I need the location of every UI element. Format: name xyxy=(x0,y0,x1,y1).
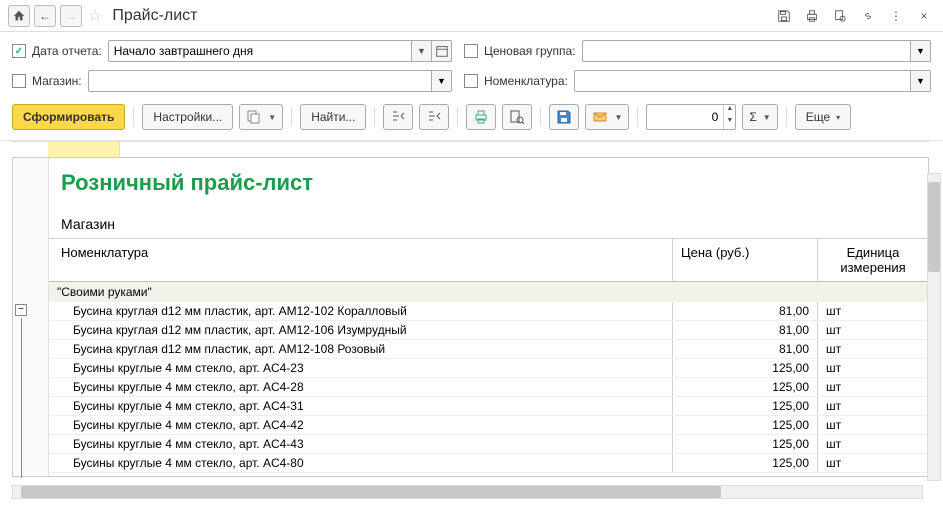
page-title: Прайс-лист xyxy=(112,7,773,25)
cell-name: Бусины круглые 4 мм стекло, арт. AC4-80 xyxy=(49,454,673,472)
cell-price: 125,00 xyxy=(673,359,818,377)
cell-price: 81,00 xyxy=(673,340,818,358)
cell-name: Бусина круглая d12 мм пластик, арт. AM12… xyxy=(49,321,673,339)
home-button[interactable] xyxy=(8,5,30,27)
report-date-input[interactable] xyxy=(108,40,412,62)
cell-name: Бусины круглые 4 мм стекло, арт. AC4-31 xyxy=(49,397,673,415)
preview-button[interactable] xyxy=(502,104,532,130)
col-unit-header: Единица измерения xyxy=(818,239,928,281)
cell-price: 125,00 xyxy=(673,435,818,453)
cell-name: Бусины круглые 4 мм стекло, арт. AC4-28 xyxy=(49,378,673,396)
save-icon[interactable] xyxy=(773,5,795,27)
group-row[interactable]: "Своими руками" xyxy=(49,282,928,302)
sum-input[interactable]: 0 ▲▼ xyxy=(646,104,736,130)
sigma-button[interactable]: Σ▼ xyxy=(742,104,777,130)
store-dropdown[interactable]: ▼ xyxy=(431,71,451,91)
forward-button[interactable]: → xyxy=(60,5,82,27)
cell-name: Бусины круглые 4 мм стекло, арт. AC4-42 xyxy=(49,416,673,434)
cell-price: 125,00 xyxy=(673,454,818,472)
cell-unit: шт xyxy=(818,397,928,415)
nomenclature-dropdown[interactable]: ▼ xyxy=(910,71,930,91)
table-row[interactable]: Бусины круглые 4 мм стекло, арт. AC4-421… xyxy=(49,416,928,435)
cell-unit: шт xyxy=(818,378,928,396)
more-button[interactable]: Еще▾ xyxy=(795,104,851,130)
price-group-checkbox[interactable] xyxy=(464,44,478,58)
table-row[interactable]: Бусины круглые 4 мм стекло, арт. AC4-231… xyxy=(49,359,928,378)
expand-button[interactable] xyxy=(383,104,413,130)
cell-unit: шт xyxy=(818,454,928,472)
print-icon[interactable] xyxy=(801,5,823,27)
collapse-button[interactable] xyxy=(419,104,449,130)
cell-price: 81,00 xyxy=(673,321,818,339)
store-checkbox[interactable] xyxy=(12,74,26,88)
tree-line xyxy=(21,318,22,478)
store-section: Магазин xyxy=(49,210,928,239)
cell-unit: шт xyxy=(818,321,928,339)
report-title: Розничный прайс-лист xyxy=(49,158,928,210)
cell-price: 125,00 xyxy=(673,378,818,396)
cell-price: 81,00 xyxy=(673,302,818,320)
ruler xyxy=(12,141,929,157)
cell-name: Бусина круглая d12 мм пластик, арт. AM12… xyxy=(49,302,673,320)
toolbar: Сформировать Настройки... ▼ Найти... ▼ 0… xyxy=(0,100,943,141)
table-row[interactable]: Бусины круглые 4 мм стекло, арт. AC4-281… xyxy=(49,378,928,397)
nomenclature-input[interactable] xyxy=(575,71,910,91)
cell-price: 125,00 xyxy=(673,416,818,434)
table-row[interactable]: Бусина круглая d12 мм пластик, арт. AM12… xyxy=(49,302,928,321)
report-date-calendar[interactable] xyxy=(432,40,452,62)
gutter xyxy=(13,158,49,476)
back-button[interactable]: ← xyxy=(34,5,56,27)
price-group-dropdown[interactable]: ▼ xyxy=(910,41,930,61)
close-icon[interactable]: × xyxy=(913,5,935,27)
horizontal-scrollbar[interactable] xyxy=(12,485,923,499)
collapse-group-icon[interactable]: − xyxy=(15,304,27,316)
cell-unit: шт xyxy=(818,416,928,434)
price-group-input[interactable] xyxy=(583,41,910,61)
cell-unit: шт xyxy=(818,302,928,320)
cell-unit: шт xyxy=(818,359,928,377)
email-button[interactable]: ▼ xyxy=(585,104,629,130)
generate-button[interactable]: Сформировать xyxy=(12,104,125,130)
table-row[interactable]: Бусины круглые 4 мм стекло, арт. AC4-311… xyxy=(49,397,928,416)
find-button[interactable]: Найти... xyxy=(300,104,366,130)
table-row[interactable]: Бусина круглая d12 мм пластик, арт. AM12… xyxy=(49,321,928,340)
col-name-header: Номенклатура xyxy=(49,239,673,281)
sum-down[interactable]: ▼ xyxy=(724,117,735,129)
col-price-header: Цена (руб.) xyxy=(673,239,818,281)
vertical-scrollbar[interactable] xyxy=(927,173,941,481)
titlebar: ← → ☆ Прайс-лист ⋮ × xyxy=(0,0,943,32)
favorite-icon[interactable]: ☆ xyxy=(88,6,102,26)
cell-name: Бусина круглая d12 мм пластик, арт. AM12… xyxy=(49,340,673,358)
cell-unit: шт xyxy=(818,435,928,453)
settings-button[interactable]: Настройки... xyxy=(142,104,233,130)
variants-button[interactable]: ▼ xyxy=(239,104,283,130)
table-row[interactable]: Бусины круглые 4 мм стекло, арт. AC4-801… xyxy=(49,454,928,473)
store-label: Магазин: xyxy=(32,74,82,88)
link-icon[interactable] xyxy=(857,5,879,27)
table-row[interactable]: Бусина круглая d12 мм пластик, арт. AM12… xyxy=(49,340,928,359)
report-date-checkbox[interactable] xyxy=(12,44,26,58)
sum-up[interactable]: ▲ xyxy=(724,105,735,117)
cell-unit: шт xyxy=(818,340,928,358)
cell-name: Бусины круглые 4 мм стекло, арт. AC4-23 xyxy=(49,359,673,377)
table-header: Номенклатура Цена (руб.) Единица измерен… xyxy=(49,239,928,282)
report-date-label: Дата отчета: xyxy=(32,44,102,58)
cell-price: 125,00 xyxy=(673,397,818,415)
preview-icon[interactable] xyxy=(829,5,851,27)
cell-name: Бусины круглые 4 мм стекло, арт. AC4-43 xyxy=(49,435,673,453)
price-group-label: Ценовая группа: xyxy=(484,44,576,58)
report-date-dropdown[interactable]: ▼ xyxy=(412,40,432,62)
save-button[interactable] xyxy=(549,104,579,130)
nomenclature-label: Номенклатура: xyxy=(484,74,568,88)
table-row[interactable]: Бусины круглые 4 мм стекло, арт. AC4-431… xyxy=(49,435,928,454)
store-input[interactable] xyxy=(89,71,431,91)
print-button[interactable] xyxy=(466,104,496,130)
nomenclature-checkbox[interactable] xyxy=(464,74,478,88)
more-icon[interactable]: ⋮ xyxy=(885,5,907,27)
